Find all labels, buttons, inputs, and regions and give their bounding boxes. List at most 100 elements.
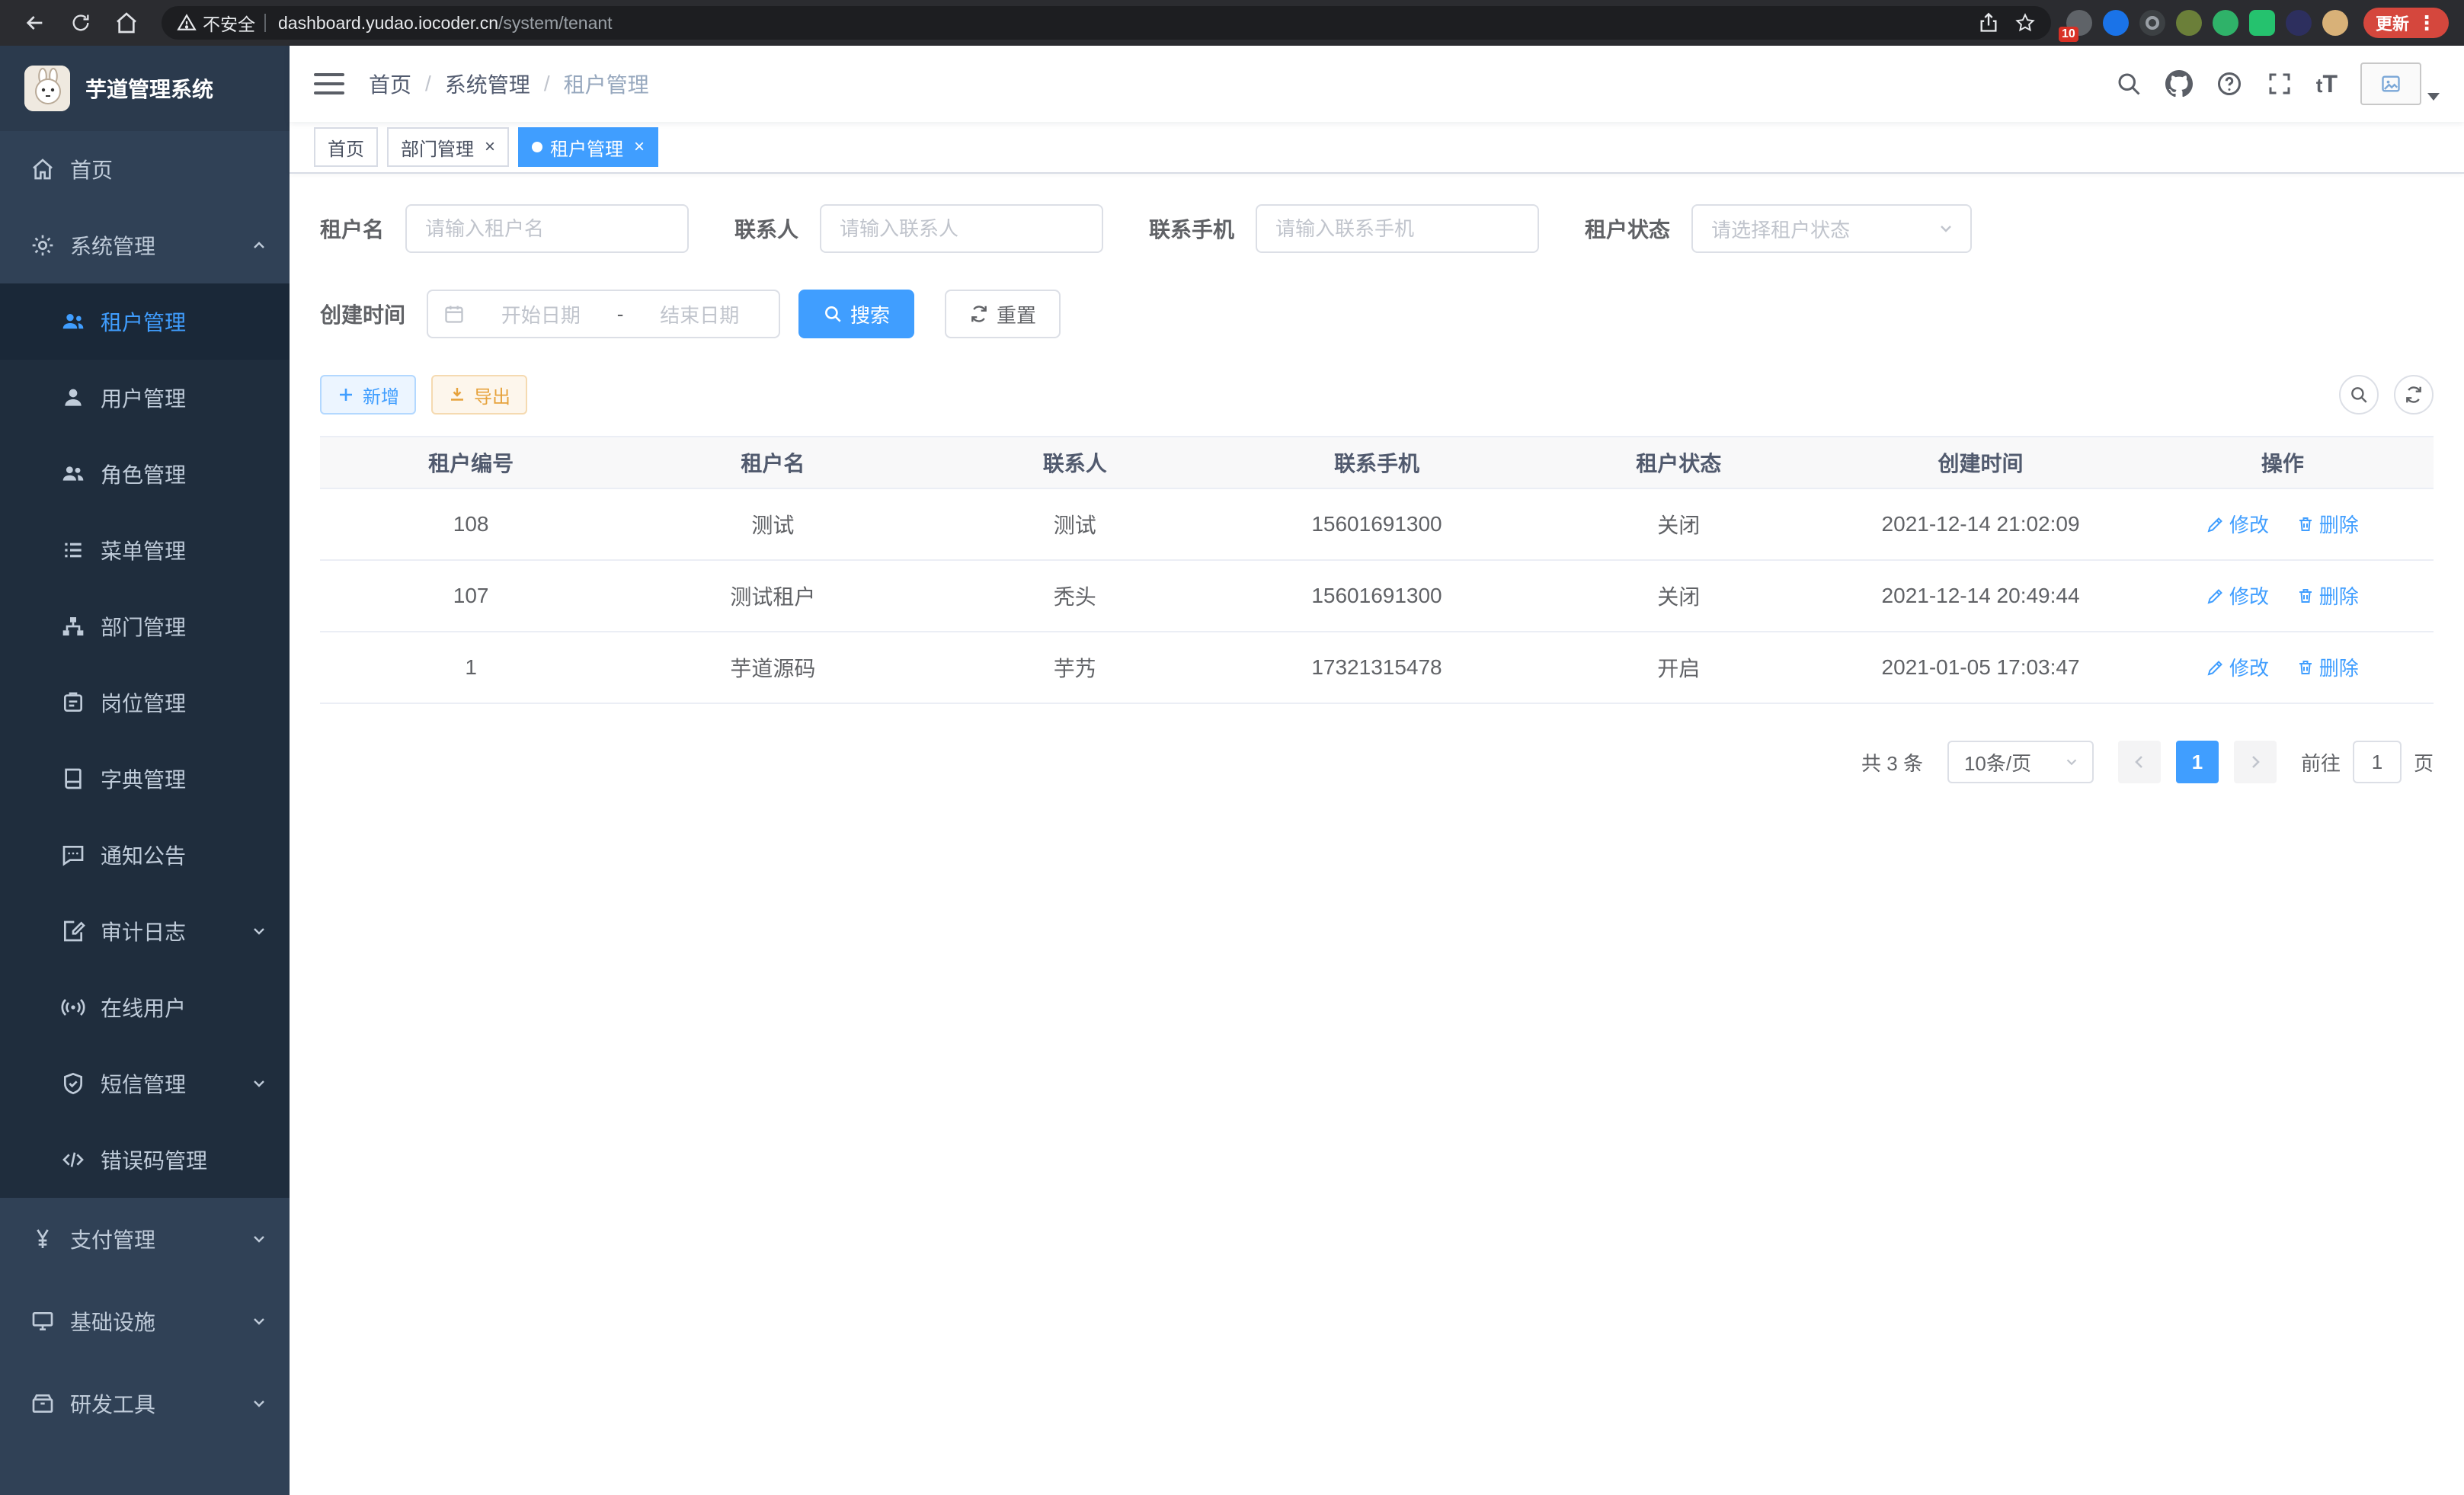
extension-icon-1[interactable]: 10	[2066, 10, 2092, 36]
address-bar[interactable]: 不安全 dashboard.yudao.iocoder.cn /system/t…	[162, 6, 2051, 40]
sidebar-item-menu[interactable]: 菜单管理	[0, 512, 290, 588]
sidebar-item-system[interactable]: 系统管理	[0, 207, 290, 283]
tab-dept[interactable]: 部门管理 ×	[387, 127, 509, 167]
refresh-table-button[interactable]	[2394, 375, 2434, 415]
add-button-label: 新增	[363, 382, 399, 408]
trash-icon	[2296, 658, 2315, 677]
browser-home-button[interactable]	[107, 3, 146, 43]
sidebar-item-tenant[interactable]: 租户管理	[0, 283, 290, 360]
header-search-icon[interactable]	[2115, 70, 2142, 98]
add-button[interactable]: 新增	[320, 375, 416, 415]
extension-icon-6[interactable]	[2249, 10, 2275, 36]
extension-icon-3[interactable]	[2139, 10, 2165, 36]
tab-tenant[interactable]: 租户管理 ×	[518, 127, 658, 167]
prev-page-button[interactable]	[2118, 741, 2161, 783]
table-row: 108 测试 测试 15601691300 关闭 2021-12-14 21:0…	[320, 488, 2434, 560]
goto-page-input[interactable]	[2353, 741, 2402, 783]
sidebar-item-home[interactable]: 首页	[0, 131, 290, 207]
trash-icon	[2296, 587, 2315, 605]
status-select[interactable]: 请选择租户状态	[1691, 204, 1972, 253]
refresh-icon	[2404, 385, 2424, 405]
tenant-name-input[interactable]	[405, 204, 689, 253]
sidebar-item-devtools[interactable]: 研发工具	[0, 1362, 290, 1445]
sidebar-item-audit[interactable]: 审计日志	[0, 893, 290, 969]
font-size-icon[interactable]: tT	[2316, 70, 2338, 98]
broadcast-icon	[61, 995, 85, 1020]
phone-label: 联系手机	[1149, 213, 1234, 244]
sidebar-item-role[interactable]: 角色管理	[0, 436, 290, 512]
browser-reload-button[interactable]	[61, 3, 101, 43]
extension-icon-2[interactable]	[2103, 10, 2129, 36]
breadcrumb-home[interactable]: 首页	[369, 69, 411, 99]
pencil-icon	[2206, 658, 2225, 677]
edit-link[interactable]: 修改	[2206, 653, 2269, 681]
breadcrumb-separator: /	[425, 72, 431, 96]
extension-icon-8[interactable]	[2322, 10, 2348, 36]
extension-icon-4[interactable]	[2176, 10, 2202, 36]
tab-home[interactable]: 首页	[314, 127, 378, 167]
export-button-label: 导出	[474, 382, 510, 408]
browser-update-button[interactable]: 更新 ⋮	[2363, 8, 2449, 38]
sidebar-item-post[interactable]: 岗位管理	[0, 664, 290, 741]
delete-label: 删除	[2319, 581, 2359, 610]
tenant-name-label: 租户名	[320, 213, 384, 244]
bookmark-star-icon[interactable]	[2014, 12, 2036, 34]
user-menu[interactable]	[2360, 62, 2440, 105]
sidebar-item-label: 租户管理	[101, 306, 186, 337]
sidebar-item-errcode[interactable]: 错误码管理	[0, 1122, 290, 1198]
sidebar-toggle-button[interactable]	[314, 69, 344, 99]
github-icon[interactable]	[2165, 70, 2193, 98]
breadcrumb-system[interactable]: 系统管理	[445, 69, 530, 99]
chevron-down-icon	[250, 1312, 268, 1330]
browser-menu-icon[interactable]: ⋮	[2417, 11, 2437, 35]
breadcrumb: 首页 / 系统管理 / 租户管理	[369, 69, 649, 99]
column-header: 租户编号	[320, 437, 622, 488]
cell-phone: 15601691300	[1226, 560, 1528, 632]
extension-icon-5[interactable]	[2213, 10, 2238, 36]
sidebar-item-sms[interactable]: 短信管理	[0, 1045, 290, 1122]
phone-input[interactable]	[1256, 204, 1539, 253]
next-page-button[interactable]	[2234, 741, 2277, 783]
page-number-1[interactable]: 1	[2176, 741, 2219, 783]
search-icon	[823, 304, 843, 324]
delete-link[interactable]: 删除	[2296, 581, 2359, 610]
table-header-row: 租户编号 租户名 联系人 联系手机 租户状态 创建时间 操作	[320, 437, 2434, 488]
contact-input[interactable]	[820, 204, 1103, 253]
delete-link[interactable]: 删除	[2296, 510, 2359, 538]
shield-icon	[61, 1071, 85, 1096]
delete-link[interactable]: 删除	[2296, 653, 2359, 681]
sidebar-item-infra[interactable]: 基础设施	[0, 1280, 290, 1362]
sidebar-item-label: 首页	[70, 154, 113, 184]
search-button[interactable]: 搜索	[798, 290, 914, 338]
pagination: 共 3 条 10条/页 1 前往 页	[320, 741, 2434, 783]
export-button[interactable]: 导出	[431, 375, 527, 415]
trash-icon	[2296, 515, 2315, 533]
reset-button[interactable]: 重置	[945, 290, 1061, 338]
edit-link[interactable]: 修改	[2206, 581, 2269, 610]
help-icon[interactable]	[2216, 70, 2243, 98]
chevron-left-icon	[2130, 753, 2149, 771]
security-label: 不安全	[203, 10, 255, 36]
sidebar-item-user[interactable]: 用户管理	[0, 360, 290, 436]
sidebar-item-pay[interactable]: 支付管理	[0, 1198, 290, 1280]
chevron-down-icon	[2063, 754, 2080, 770]
avatar[interactable]	[2360, 62, 2421, 105]
sidebar-item-dict[interactable]: 字典管理	[0, 741, 290, 817]
edit-link[interactable]: 修改	[2206, 510, 2269, 538]
chevron-down-icon	[250, 922, 268, 940]
date-range-picker[interactable]: 开始日期 - 结束日期	[427, 290, 780, 338]
page-size-select[interactable]: 10条/页	[1947, 741, 2094, 783]
roles-icon	[61, 462, 85, 486]
tab-close-icon[interactable]: ×	[485, 138, 495, 156]
toggle-search-button[interactable]	[2339, 375, 2379, 415]
share-icon[interactable]	[1978, 12, 1999, 34]
org-tree-icon	[61, 614, 85, 639]
browser-back-button[interactable]	[15, 3, 55, 43]
fullscreen-icon[interactable]	[2266, 70, 2293, 98]
sidebar-item-notice[interactable]: 通知公告	[0, 817, 290, 893]
sidebar-item-dept[interactable]: 部门管理	[0, 588, 290, 664]
sidebar-item-online[interactable]: 在线用户	[0, 969, 290, 1045]
reset-button-label: 重置	[997, 300, 1036, 328]
tab-close-icon[interactable]: ×	[634, 138, 645, 156]
extension-icon-7[interactable]	[2286, 10, 2312, 36]
